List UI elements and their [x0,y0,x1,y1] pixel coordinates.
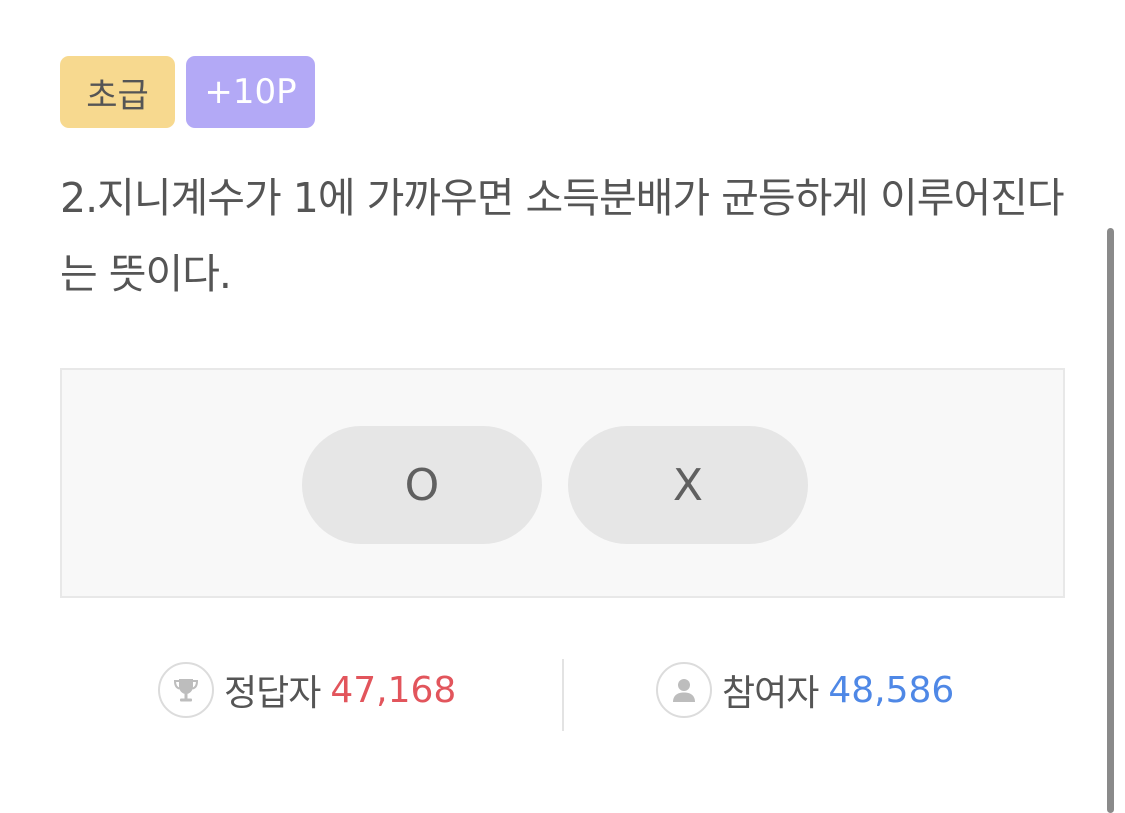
quiz-page: 초급 +10P 2.지니계수가 1에 가까우면 소득분배가 균등하게 이루어진다… [0,0,1125,813]
points-badge: +10P [186,56,315,128]
correct-stat: 정답자 47,168 [158,658,456,722]
correct-label: 정답자 [224,673,321,714]
trophy-icon [158,662,214,718]
participants-count: 48,586 [828,669,955,711]
answer-x-button[interactable]: X [568,426,808,544]
user-icon [656,662,712,718]
answer-panel: O X [60,368,1065,598]
participants-stat: 참여자 48,586 [656,658,954,722]
scrollbar[interactable] [1107,228,1114,813]
level-badge: 초급 [60,56,175,128]
stats-divider [562,659,564,731]
answer-o-button[interactable]: O [302,426,542,544]
participants-label: 참여자 [722,673,819,714]
correct-count: 47,168 [330,669,457,711]
badge-row: 초급 +10P [60,56,315,128]
question-text: 2.지니계수가 1에 가까우면 소득분배가 균등하게 이루어진다는 뜻이다. [60,174,1065,298]
stats-bar: 정답자 47,168 참여자 48,586 [0,656,1125,732]
